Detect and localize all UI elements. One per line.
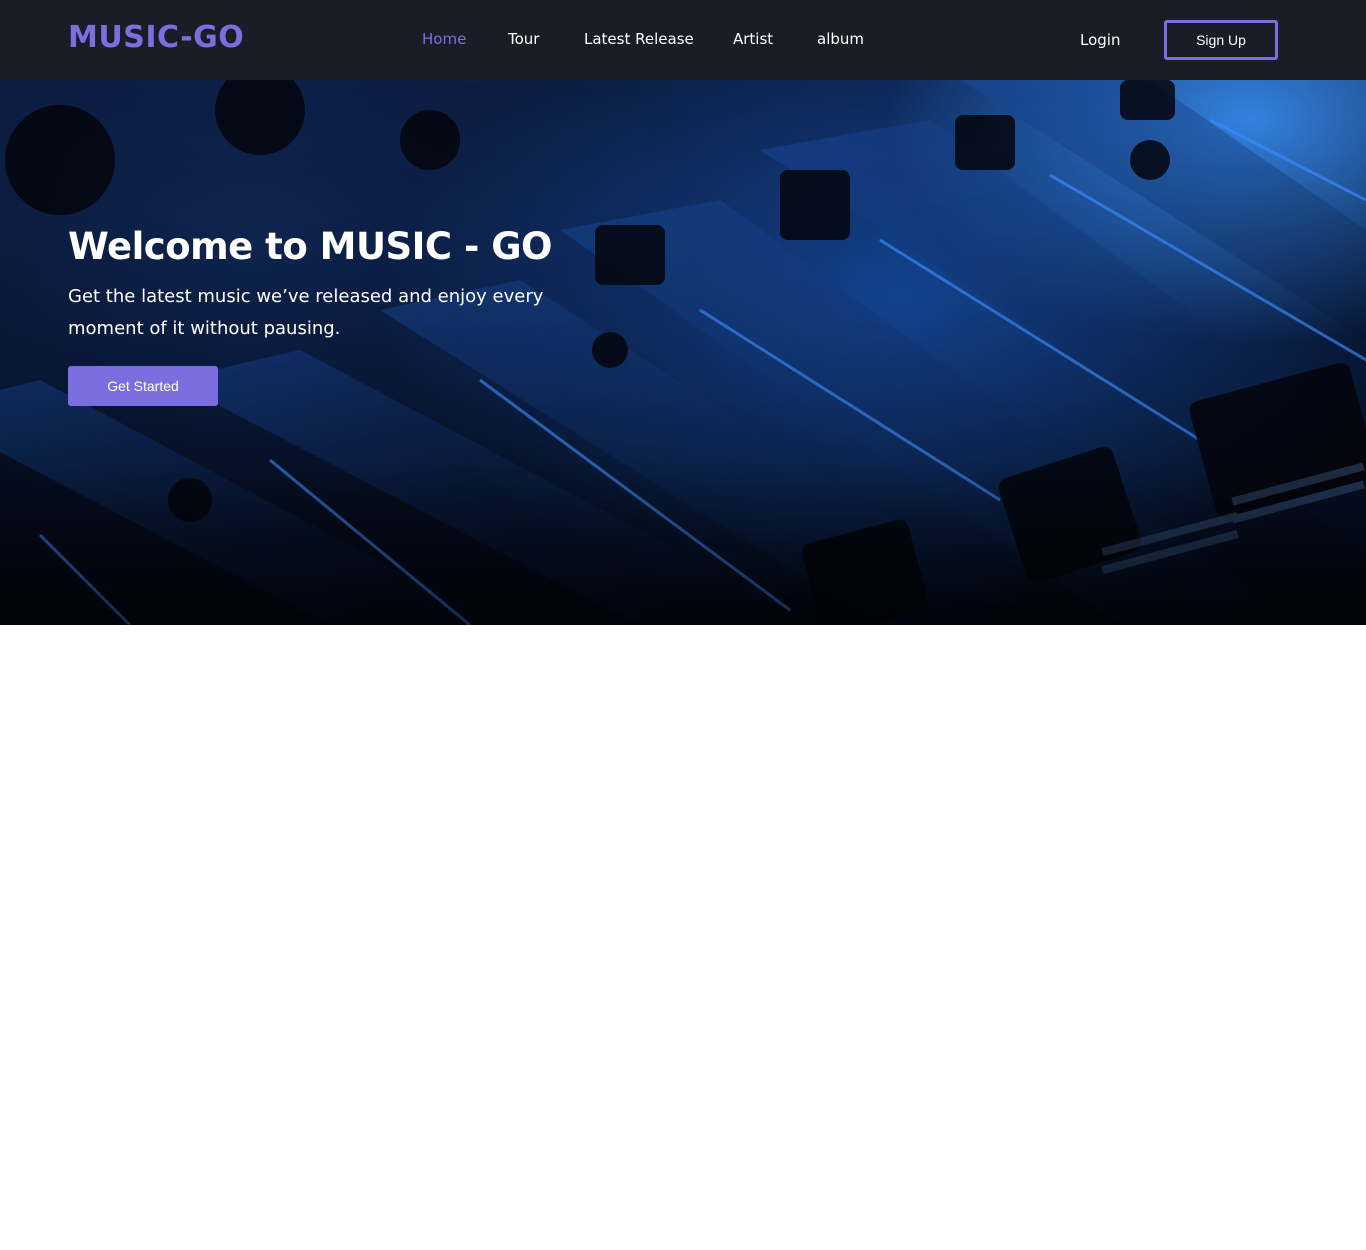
hero-title: Welcome to MUSIC - GO [68,225,553,268]
nav-link-latest-release[interactable]: Latest Release [584,28,694,50]
nav-link-artist[interactable]: Artist [733,28,773,50]
get-started-button[interactable]: Get Started [68,366,218,406]
nav-link-tour[interactable]: Tour [508,28,539,50]
main-nav: Home Tour Latest Release Artist album [0,0,1366,80]
nav-link-album[interactable]: album [817,28,864,50]
login-link[interactable]: Login [1080,29,1120,51]
mixing-console-background-image [0,80,1366,625]
hero-section: Welcome to MUSIC - GO Get the latest mus… [0,80,1366,625]
signup-button[interactable]: Sign Up [1164,20,1278,60]
hero-subtitle: Get the latest music we’ve released and … [68,286,544,339]
nav-link-home[interactable]: Home [422,28,466,50]
top-navbar: MUSIC-GO Home Tour Latest Release Artist… [0,0,1366,80]
